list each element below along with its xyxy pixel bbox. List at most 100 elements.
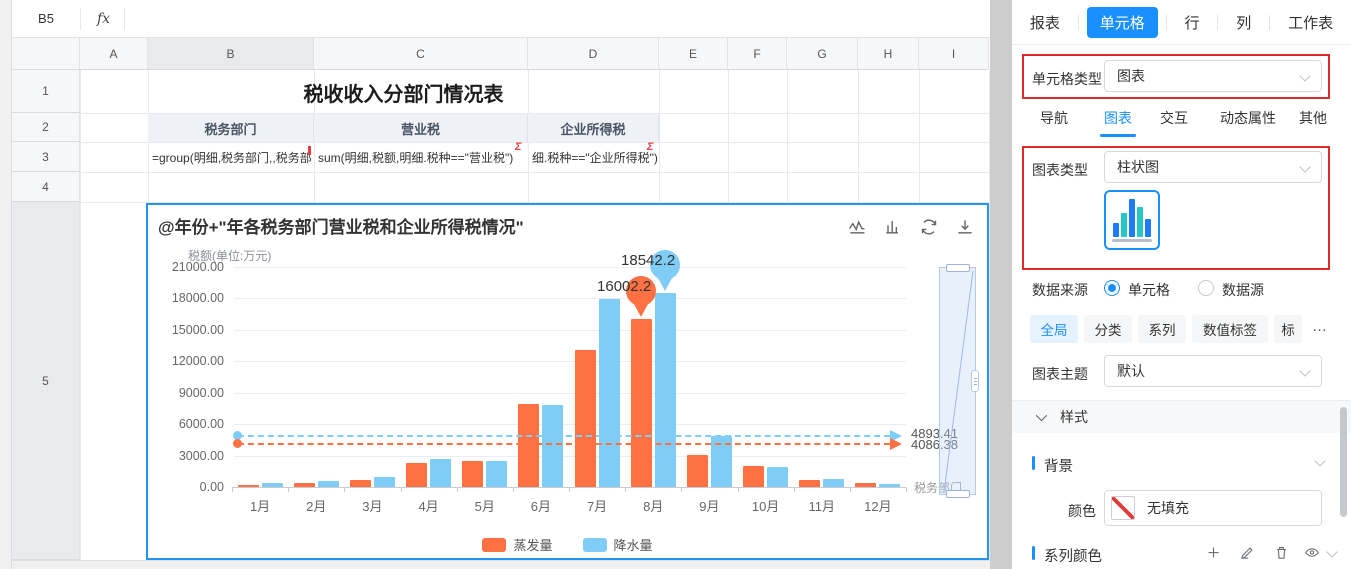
column-header-I[interactable]: I (919, 38, 989, 70)
cell-type-select[interactable]: 图表 (1104, 60, 1322, 92)
column-header-A[interactable]: A (80, 38, 148, 70)
style-tab-value-label[interactable]: 数值标签 (1192, 315, 1268, 343)
column-header-F[interactable]: F (728, 38, 787, 70)
cell-name-box[interactable]: B5 (12, 11, 80, 26)
style-tab-category[interactable]: 分类 (1084, 315, 1132, 343)
subtab-dynamic-attr[interactable]: 动态属性 (1220, 108, 1276, 128)
formula-cell-d3[interactable]: 细.税种=="企业所得税") (529, 143, 659, 172)
style-tab-series[interactable]: 系列 (1138, 315, 1186, 343)
y-gridline (234, 361, 906, 362)
data-zoom-slider[interactable] (939, 267, 976, 495)
tab-worksheet[interactable]: 工作表 (1278, 7, 1343, 38)
bar-降水量-7月[interactable] (599, 299, 620, 487)
radio-datasource-label[interactable]: 数据源 (1222, 280, 1264, 300)
slider-handle-top[interactable] (946, 264, 970, 272)
delete-icon[interactable] (1274, 545, 1289, 560)
tab-report[interactable]: 报表 (1020, 7, 1070, 38)
bar-蒸发量-2月[interactable] (294, 483, 315, 487)
bar-降水量-11月[interactable] (823, 479, 844, 487)
bar-降水量-3月[interactable] (374, 477, 395, 487)
bar-蒸发量-10月[interactable] (743, 466, 764, 487)
chart-type-select[interactable]: 柱状图 (1104, 151, 1322, 183)
summary-sigma-icon: Σ (515, 141, 522, 153)
legend-item-蒸发量[interactable]: 蒸发量 (482, 535, 552, 554)
bar-蒸发量-6月[interactable] (518, 404, 539, 487)
subtab-chart[interactable]: 图表 (1104, 108, 1132, 128)
bar-降水量-1月[interactable] (262, 483, 283, 487)
column-header-H[interactable]: H (858, 38, 919, 70)
chart-theme-select[interactable]: 默认 (1104, 355, 1322, 387)
radio-cell-label[interactable]: 单元格 (1128, 280, 1170, 300)
style-tabs-overflow[interactable]: … (1312, 318, 1328, 335)
tab-cell[interactable]: 单元格 (1087, 7, 1158, 38)
bar-蒸发量-8月[interactable] (631, 319, 652, 487)
subtab-other[interactable]: 其他 (1299, 108, 1327, 128)
header-cell[interactable]: 税务部门 (148, 114, 314, 142)
bar-降水量-4月[interactable] (430, 459, 451, 487)
corner-header[interactable] (12, 38, 80, 70)
bar-降水量-6月[interactable] (542, 405, 563, 487)
chevron-down-icon (1299, 70, 1310, 81)
chart-plot-area: 0.003000.006000.009000.0012000.0015000.0… (148, 205, 987, 558)
bar-蒸发量-3月[interactable] (350, 480, 371, 487)
bar-降水量-8月[interactable] (655, 293, 676, 487)
y-gridline (234, 298, 906, 299)
edit-icon[interactable] (1240, 545, 1255, 560)
column-chart-thumbnail[interactable] (1104, 190, 1160, 250)
column-header-D[interactable]: D (528, 38, 659, 70)
row-header-5[interactable]: 5 (12, 202, 80, 560)
add-icon[interactable] (1206, 545, 1221, 560)
column-header-C[interactable]: C (314, 38, 528, 70)
slider-handle-bottom[interactable] (946, 490, 970, 498)
formula-cell-b3[interactable]: =group(明细,税务部门,,税务部 (149, 143, 313, 172)
bar-降水量-12月[interactable] (879, 484, 900, 487)
chevron-down-icon[interactable] (1326, 546, 1337, 557)
tab-row[interactable]: 行 (1174, 7, 1209, 38)
panel-scrollbar-thumb[interactable] (1340, 407, 1347, 517)
row-header-4[interactable]: 4 (12, 172, 80, 202)
tab-column[interactable]: 列 (1226, 7, 1261, 38)
style-tab-title-clipped[interactable]: 标 (1274, 315, 1302, 343)
row-header-3[interactable]: 3 (12, 142, 80, 172)
bar-蒸发量-7月[interactable] (575, 350, 596, 487)
bar-降水量-2月[interactable] (318, 481, 339, 487)
y-gridline (234, 456, 906, 457)
x-category-label: 6月 (513, 496, 569, 515)
slider-grip[interactable] (971, 370, 979, 392)
formula-input[interactable] (125, 0, 990, 37)
column-header-G[interactable]: G (787, 38, 858, 70)
style-tab-global[interactable]: 全局 (1030, 315, 1078, 343)
column-header-E[interactable]: E (659, 38, 728, 70)
bar-蒸发量-11月[interactable] (799, 480, 820, 487)
active-subtab-indicator (1100, 134, 1136, 137)
header-cell[interactable]: 企业所得税 (528, 114, 659, 142)
formula-cell-c3[interactable]: sum(明细,税额,明细.税种=="营业税") (315, 143, 527, 172)
bg-color-picker[interactable]: 无填充 (1104, 490, 1322, 526)
bar-蒸发量-12月[interactable] (855, 483, 876, 487)
y-gridline (234, 424, 906, 425)
chevron-down-icon[interactable] (1314, 455, 1325, 466)
bar-蒸发量-5月[interactable] (462, 461, 483, 487)
formula-bar: B5 fx (12, 0, 990, 38)
eye-icon[interactable] (1304, 545, 1320, 560)
subtab-navigation[interactable]: 导航 (1040, 108, 1068, 128)
horizontal-scrollbar-track[interactable] (12, 560, 990, 569)
chart-cell-b5[interactable]: @年份+"年各税务部门营业税和企业所得税情况" 税额(单位:万元) 0.0030… (146, 203, 989, 560)
bar-蒸发量-9月[interactable] (687, 455, 708, 487)
bar-蒸发量-4月[interactable] (406, 463, 427, 487)
style-section-title: 样式 (1060, 407, 1088, 427)
column-header-B[interactable]: B (148, 38, 314, 70)
radio-cell-selected[interactable] (1104, 280, 1120, 296)
table-title-cell[interactable]: 税收收入分部门情况表 (148, 71, 659, 113)
subtab-interaction[interactable]: 交互 (1160, 108, 1188, 128)
row-header-2[interactable]: 2 (12, 113, 80, 142)
row-header-1[interactable]: 1 (12, 70, 80, 113)
legend-item-降水量[interactable]: 降水量 (583, 535, 653, 554)
style-section-header[interactable]: 样式 (1012, 400, 1351, 433)
radio-datasource[interactable] (1198, 280, 1214, 296)
bar-蒸发量-1月[interactable] (238, 485, 259, 487)
bar-降水量-10月[interactable] (767, 467, 788, 487)
header-cell[interactable]: 营业税 (314, 114, 528, 142)
summary-sigma-icon: Σ (647, 141, 654, 153)
bar-降水量-5月[interactable] (486, 461, 507, 487)
